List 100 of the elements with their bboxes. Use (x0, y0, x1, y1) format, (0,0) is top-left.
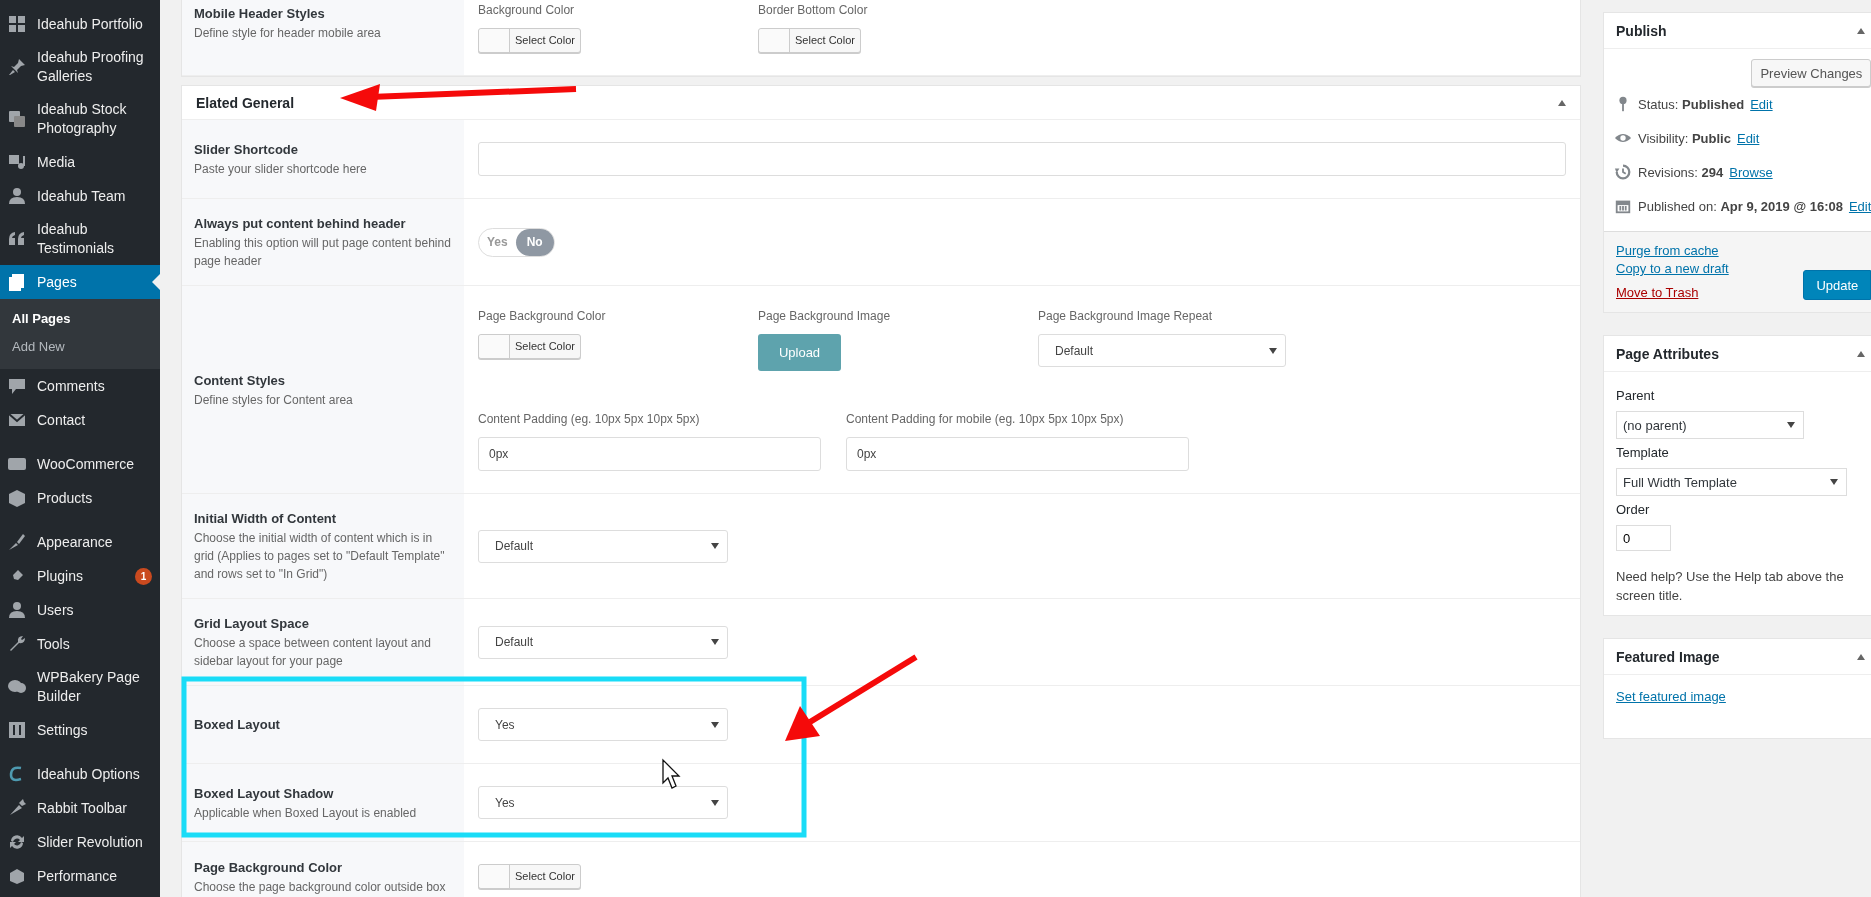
menu-item[interactable]: Ideahub Testimonials (0, 213, 160, 265)
caret-icon (1830, 479, 1838, 485)
field-label: Content Padding for mobile (eg. 10px 5px 10px 5px) (846, 411, 1125, 427)
dropdown[interactable]: Yes (478, 786, 728, 819)
option-description: Paste your slider shortcode here (194, 161, 368, 178)
menu-item[interactable]: Pages (0, 265, 160, 299)
caret-icon (1269, 347, 1277, 354)
action-link[interactable]: Purge from cache (1616, 242, 1719, 260)
submenu-item[interactable]: Add New (0, 333, 160, 361)
preview-changes-button[interactable]: Preview Changes (1751, 59, 1871, 87)
box-icon (7, 488, 27, 508)
menu-item[interactable]: Ideahub Portfolio (0, 7, 160, 41)
input-field[interactable] (478, 142, 1566, 176)
field-label: Page Background Image (758, 308, 892, 324)
option-title: Page Background Color (194, 858, 344, 877)
menu-item[interactable]: Ideahub Team (0, 179, 160, 213)
option-description: Choose the page background color outside box (194, 878, 447, 896)
sliders-icon (7, 720, 27, 740)
edit-link[interactable]: Edit (1750, 96, 1773, 112)
option-title: Always put content behind header (194, 215, 407, 233)
meta-text: Visibility: Public (1638, 130, 1731, 146)
caret-icon (711, 721, 719, 728)
menu-item[interactable]: Tools (0, 627, 160, 661)
edit-link[interactable]: Edit (1736, 130, 1760, 146)
menu-item[interactable]: Media (0, 145, 160, 179)
help-text: Need help? Use the Help tab above the screen title. (1616, 568, 1845, 605)
menu-item[interactable]: WooCommerce (0, 447, 160, 481)
option-title: Content Styles (194, 371, 286, 390)
field-label: Parent (1616, 388, 1656, 403)
option-title: Boxed Layout Shadow (194, 784, 335, 803)
menu-item[interactable]: Ideahub Options (0, 757, 160, 791)
select-color-button[interactable]: Select Color (478, 334, 581, 359)
option-title: Initial Width of Content (194, 510, 338, 528)
update-button[interactable]: Update (1803, 270, 1871, 300)
menu-item[interactable]: Users (0, 593, 160, 627)
grid-icon (7, 14, 27, 34)
media-icon (7, 152, 27, 172)
collapse-toggle-icon[interactable] (1857, 350, 1866, 357)
collapse-toggle-icon[interactable] (1558, 99, 1566, 106)
field-label: Border Bottom Color (758, 2, 869, 18)
collapse-toggle-icon[interactable] (1857, 27, 1866, 34)
meta-text: Revisions: 294 (1638, 164, 1724, 180)
action-link[interactable]: Copy to a new draft (1616, 260, 1729, 278)
option-title: Mobile Header Styles (194, 5, 326, 23)
menu-item[interactable]: Appearance (0, 525, 160, 559)
history-icon (1614, 163, 1632, 181)
option-description: Choose the initial width of content which is in grid (Applies to pages set to "Default Template" and rows set to "In Grid") (194, 530, 446, 583)
option-description: Enabling this option will put page content behind page header (194, 235, 452, 270)
set-featured-image-link[interactable]: Set featured image (1616, 689, 1726, 704)
field-label: Template (1616, 445, 1670, 460)
field-label: Page Background Image Repeat (1038, 308, 1214, 324)
speech-bubble-icon (7, 376, 27, 396)
order-field[interactable]: 0 (1616, 525, 1671, 551)
menu-item[interactable]: Rabbit Toolbar (0, 791, 160, 825)
dropdown[interactable]: Default (1038, 334, 1286, 367)
menu-item[interactable]: Plugins 1 (0, 559, 160, 593)
option-description: Define style for header mobile area (194, 25, 382, 42)
select-color-button[interactable]: Select Color (478, 864, 581, 889)
dropdown[interactable]: Default (478, 625, 728, 659)
menu-item[interactable]: Slider Revolution (0, 825, 160, 859)
dropdown[interactable]: Full Width Template (1616, 468, 1847, 496)
select-color-button[interactable]: Select Color (758, 28, 861, 53)
caret-icon (711, 639, 719, 645)
menu-item[interactable]: WPBakery Page Builder (0, 661, 160, 713)
field-label: Background Color (478, 2, 576, 18)
menu-item[interactable]: Contact (0, 403, 160, 437)
menu-item[interactable]: Products (0, 481, 160, 515)
field-label: Order (1616, 502, 1651, 517)
option-title: Slider Shortcode (194, 141, 300, 159)
menu-item[interactable]: Ideahub Proofing Galleries (0, 41, 160, 93)
collapse-toggle-icon[interactable] (1857, 653, 1866, 660)
menu-item[interactable]: Ideahub Stock Photography (0, 93, 160, 145)
edit-link[interactable]: Edit (1848, 198, 1871, 214)
input-field[interactable]: 0px (478, 437, 821, 471)
field-label: Page Background Color (478, 308, 607, 324)
refresh-icon (7, 832, 27, 852)
meta-text: Published on: Apr 9, 2019 @ 16:08 (1638, 198, 1843, 214)
input-field[interactable]: 0px (846, 437, 1189, 471)
dropdown[interactable]: Default (478, 529, 728, 563)
option-description: Define styles for Content area (194, 391, 354, 409)
stacked-photos-icon (7, 109, 27, 129)
cursor-icon (662, 758, 681, 789)
menu-item[interactable]: Settings (0, 713, 160, 747)
menu-item[interactable]: Comments (0, 369, 160, 403)
metabox-title: Featured Image (1616, 648, 1720, 665)
pages-icon (7, 272, 27, 292)
caret-icon (711, 543, 719, 549)
pin-icon (7, 57, 27, 77)
metabox-title: Page Attributes (1616, 345, 1719, 362)
select-color-button[interactable]: Select Color (478, 28, 581, 53)
section-title: Elated General (196, 94, 295, 111)
cube-icon (7, 866, 27, 886)
dropdown[interactable]: (no parent) (1616, 411, 1804, 439)
edit-link[interactable]: Browse (1729, 164, 1773, 180)
caret-icon (1787, 422, 1795, 428)
move-to-trash-link[interactable]: Move to Trash (1616, 284, 1699, 302)
dropdown[interactable]: Yes (478, 708, 728, 741)
menu-item[interactable]: Performance (0, 859, 160, 893)
submenu-item[interactable]: All Pages (0, 305, 160, 333)
option-title: Grid Layout Space (194, 615, 310, 633)
